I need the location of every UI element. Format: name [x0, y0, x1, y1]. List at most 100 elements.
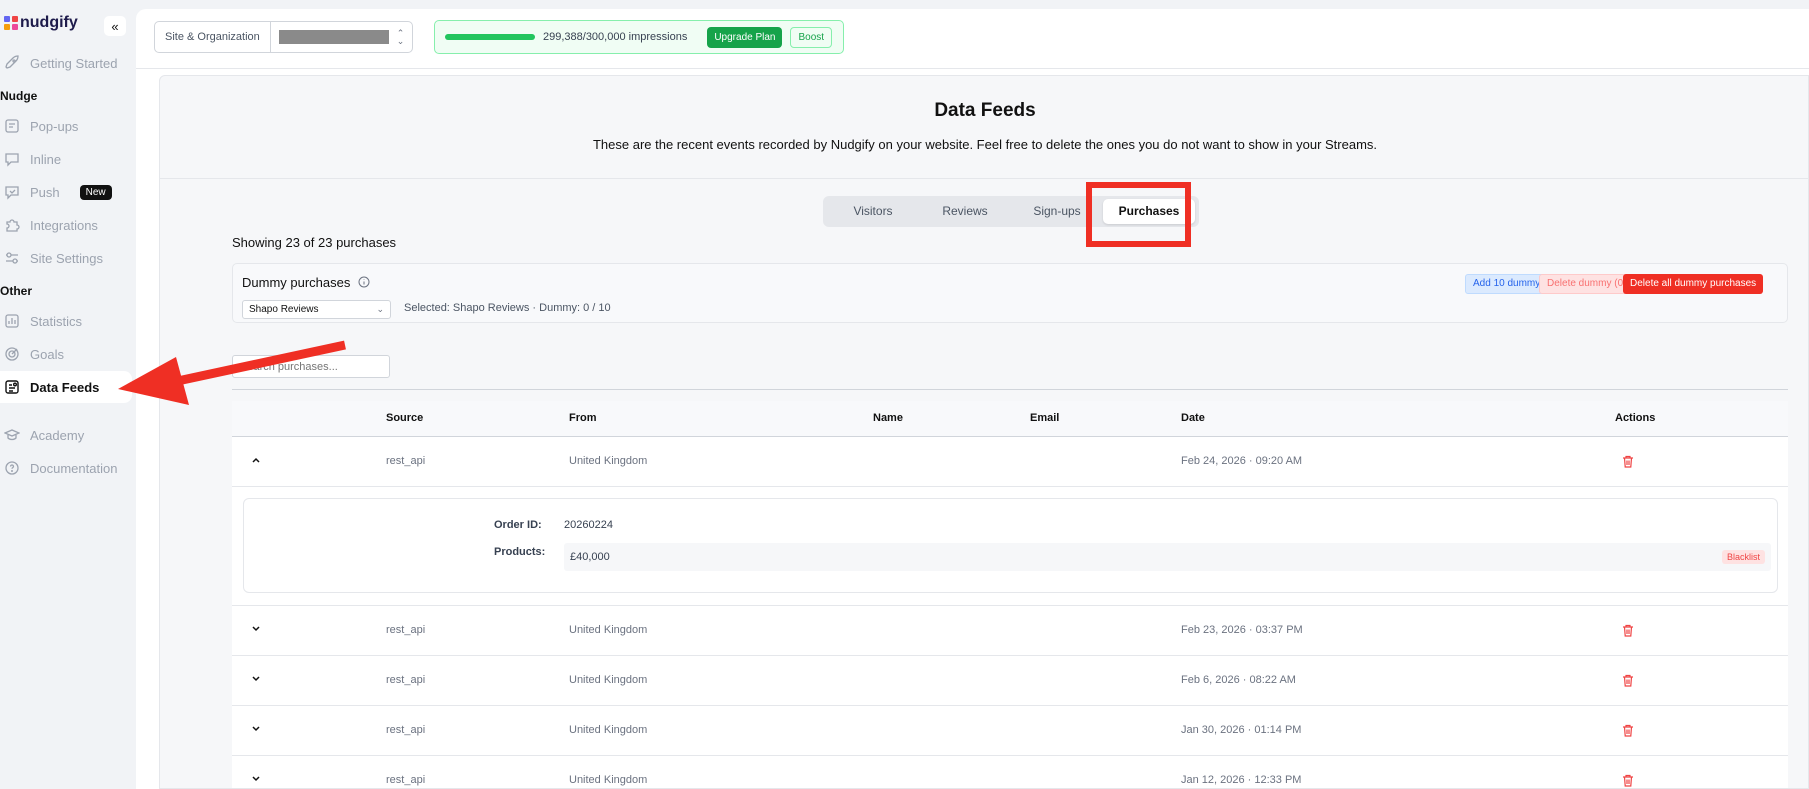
sidebar-item-getting-started[interactable]: Getting Started — [0, 49, 132, 77]
collapse-sidebar-button[interactable]: « — [104, 16, 126, 36]
sidebar-item-data-feeds[interactable]: Data Feeds — [0, 371, 132, 403]
site-organization-select[interactable]: Site & Organization ⌃ ⌄ — [154, 21, 413, 53]
column-header-actions: Actions — [1615, 412, 1656, 424]
sidebar-item-label: Academy — [30, 427, 85, 443]
sidebar-item-goals[interactable]: Goals — [0, 340, 132, 368]
trash-icon[interactable] — [1622, 455, 1634, 468]
chevron-down-icon[interactable] — [250, 673, 262, 685]
chevron-down-icon[interactable] — [250, 723, 262, 735]
cell-date: Jan 30, 2026 · 01:14 PM — [1181, 724, 1302, 736]
dummy-source-select[interactable]: Shapo Reviews ⌄ — [242, 300, 391, 319]
annotation-highlight-box — [1086, 182, 1191, 247]
sidebar-item-integrations[interactable]: Integrations — [0, 211, 132, 239]
showing-count: Showing 23 of 23 purchases — [232, 235, 397, 250]
dummy-status: Selected: Shapo Reviews · Dummy: 0 / 10 — [404, 302, 611, 314]
data-feeds-icon — [5, 380, 19, 394]
trash-icon[interactable] — [1622, 724, 1634, 737]
graduation-cap-icon — [4, 429, 20, 441]
sidebar-item-label: Getting Started — [30, 55, 118, 71]
delete-dummy-button[interactable]: Delete dummy (0) — [1539, 274, 1635, 294]
impressions-progress-bar — [445, 34, 535, 40]
chevron-up-icon[interactable] — [250, 454, 262, 466]
dummy-title-text: Dummy purchases — [242, 275, 351, 290]
sidebar-item-academy[interactable]: Academy — [0, 421, 132, 449]
product-item: £40,000 Blacklist — [564, 543, 1771, 571]
sidebar-item-label: Site Settings — [30, 250, 103, 266]
sidebar-item-label: Push — [30, 184, 60, 200]
section-other: Other — [0, 284, 33, 298]
column-header-date: Date — [1181, 412, 1205, 424]
sidebar-item-documentation[interactable]: Documentation — [0, 454, 132, 482]
table-header: Source From Name Email Date Actions — [232, 401, 1788, 437]
sidebar-item-push[interactable]: Push New — [0, 178, 132, 206]
column-header-from: From — [569, 412, 597, 424]
row-details: Order ID: 20260224 Products: £40,000 Bla… — [232, 487, 1788, 606]
cell-from: United Kingdom — [569, 624, 648, 636]
cell-source: rest_api — [386, 774, 426, 786]
sidebar-item-statistics[interactable]: Statistics — [0, 307, 132, 335]
tab-visitors[interactable]: Visitors — [827, 199, 919, 224]
puzzle-icon — [6, 219, 20, 232]
order-id-label: Order ID: — [494, 519, 542, 531]
section-nudge: Nudge — [0, 89, 38, 103]
annotation-arrow — [118, 340, 346, 405]
top-bar: Site & Organization ⌃ ⌄ 299,388/300,000 i… — [136, 9, 1809, 69]
chevron-down-icon[interactable] — [250, 623, 262, 635]
order-detail-card: Order ID: 20260224 Products: £40,000 Bla… — [243, 498, 1778, 593]
content-area: Data Feeds These are the recent events r… — [159, 75, 1809, 789]
main-panel: Site & Organization ⌃ ⌄ 299,388/300,000 i… — [136, 9, 1809, 789]
sidebar-item-label: Inline — [30, 151, 62, 167]
page-title: Data Feeds — [934, 100, 1036, 121]
site-organization-label: Site & Organization — [155, 22, 271, 52]
column-header-email: Email — [1030, 412, 1060, 424]
page-subtitle: These are the recent events recorded by … — [592, 137, 1378, 152]
product-price: £40,000 — [570, 551, 610, 563]
table-row[interactable]: rest_api United Kingdom Feb 6, 2026 · 08… — [232, 656, 1788, 706]
info-icon[interactable] — [358, 276, 370, 288]
cell-date: Feb 6, 2026 · 08:22 AM — [1181, 674, 1296, 686]
new-badge: New — [79, 184, 112, 200]
table-row[interactable]: rest_api United Kingdom Jan 30, 2026 · 0… — [232, 706, 1788, 756]
column-header-name: Name — [873, 412, 903, 424]
trash-icon[interactable] — [1622, 674, 1634, 687]
rocket-icon — [5, 55, 19, 69]
order-id-value: 20260224 — [564, 519, 613, 531]
cell-date: Feb 23, 2026 · 03:37 PM — [1181, 624, 1303, 636]
chevron-down-icon[interactable] — [250, 773, 262, 785]
sidebar-item-label: Data Feeds — [30, 379, 100, 395]
bar-chart-icon — [5, 314, 19, 328]
inline-icon — [5, 153, 19, 167]
sidebar: nudgify « Getting Started Nudge Pop-ups … — [0, 0, 136, 789]
trash-icon[interactable] — [1622, 774, 1634, 787]
sidebar-item-popups[interactable]: Pop-ups — [0, 112, 132, 140]
settings-sliders-icon — [6, 252, 18, 264]
upgrade-plan-button[interactable]: Upgrade Plan — [707, 26, 783, 48]
delete-all-dummy-button[interactable]: Delete all dummy purchases — [1623, 274, 1764, 294]
popup-icon — [5, 119, 19, 133]
dummy-title: Dummy purchases — [242, 275, 370, 290]
products-label: Products: — [494, 546, 546, 558]
impressions-text: 299,388/300,000 impressions — [543, 31, 688, 43]
trash-icon[interactable] — [1622, 624, 1634, 637]
dummy-purchases-panel: Dummy purchases Shapo Reviews ⌄ Selected… — [232, 263, 1788, 323]
add-dummy-button[interactable]: Add 10 dummy — [1465, 274, 1549, 294]
cell-source: rest_api — [386, 455, 426, 467]
boost-button[interactable]: Boost — [790, 26, 833, 48]
sidebar-item-label: Pop-ups — [30, 118, 79, 134]
sidebar-item-label: Documentation — [30, 460, 118, 476]
blacklist-button[interactable]: Blacklist — [1721, 550, 1765, 564]
tab-reviews[interactable]: Reviews — [919, 199, 1011, 224]
dummy-select-value: Shapo Reviews — [249, 304, 319, 315]
table-row[interactable]: rest_api United Kingdom Feb 23, 2026 · 0… — [232, 606, 1788, 656]
sidebar-item-inline[interactable]: Inline — [0, 145, 132, 173]
cell-from: United Kingdom — [569, 774, 648, 786]
help-circle-icon — [5, 461, 19, 475]
cell-date: Feb 24, 2026 · 09:20 AM — [1181, 455, 1303, 467]
push-icon — [5, 186, 19, 200]
cell-source: rest_api — [386, 674, 426, 686]
table-row[interactable]: rest_api United Kingdom Jan 12, 2026 · 1… — [232, 756, 1788, 788]
target-icon — [5, 347, 19, 361]
app-logo[interactable]: nudgify — [4, 14, 78, 32]
table-row[interactable]: rest_api United Kingdom Feb 24, 2026 · 0… — [232, 437, 1788, 487]
sidebar-item-site-settings[interactable]: Site Settings — [0, 244, 132, 272]
